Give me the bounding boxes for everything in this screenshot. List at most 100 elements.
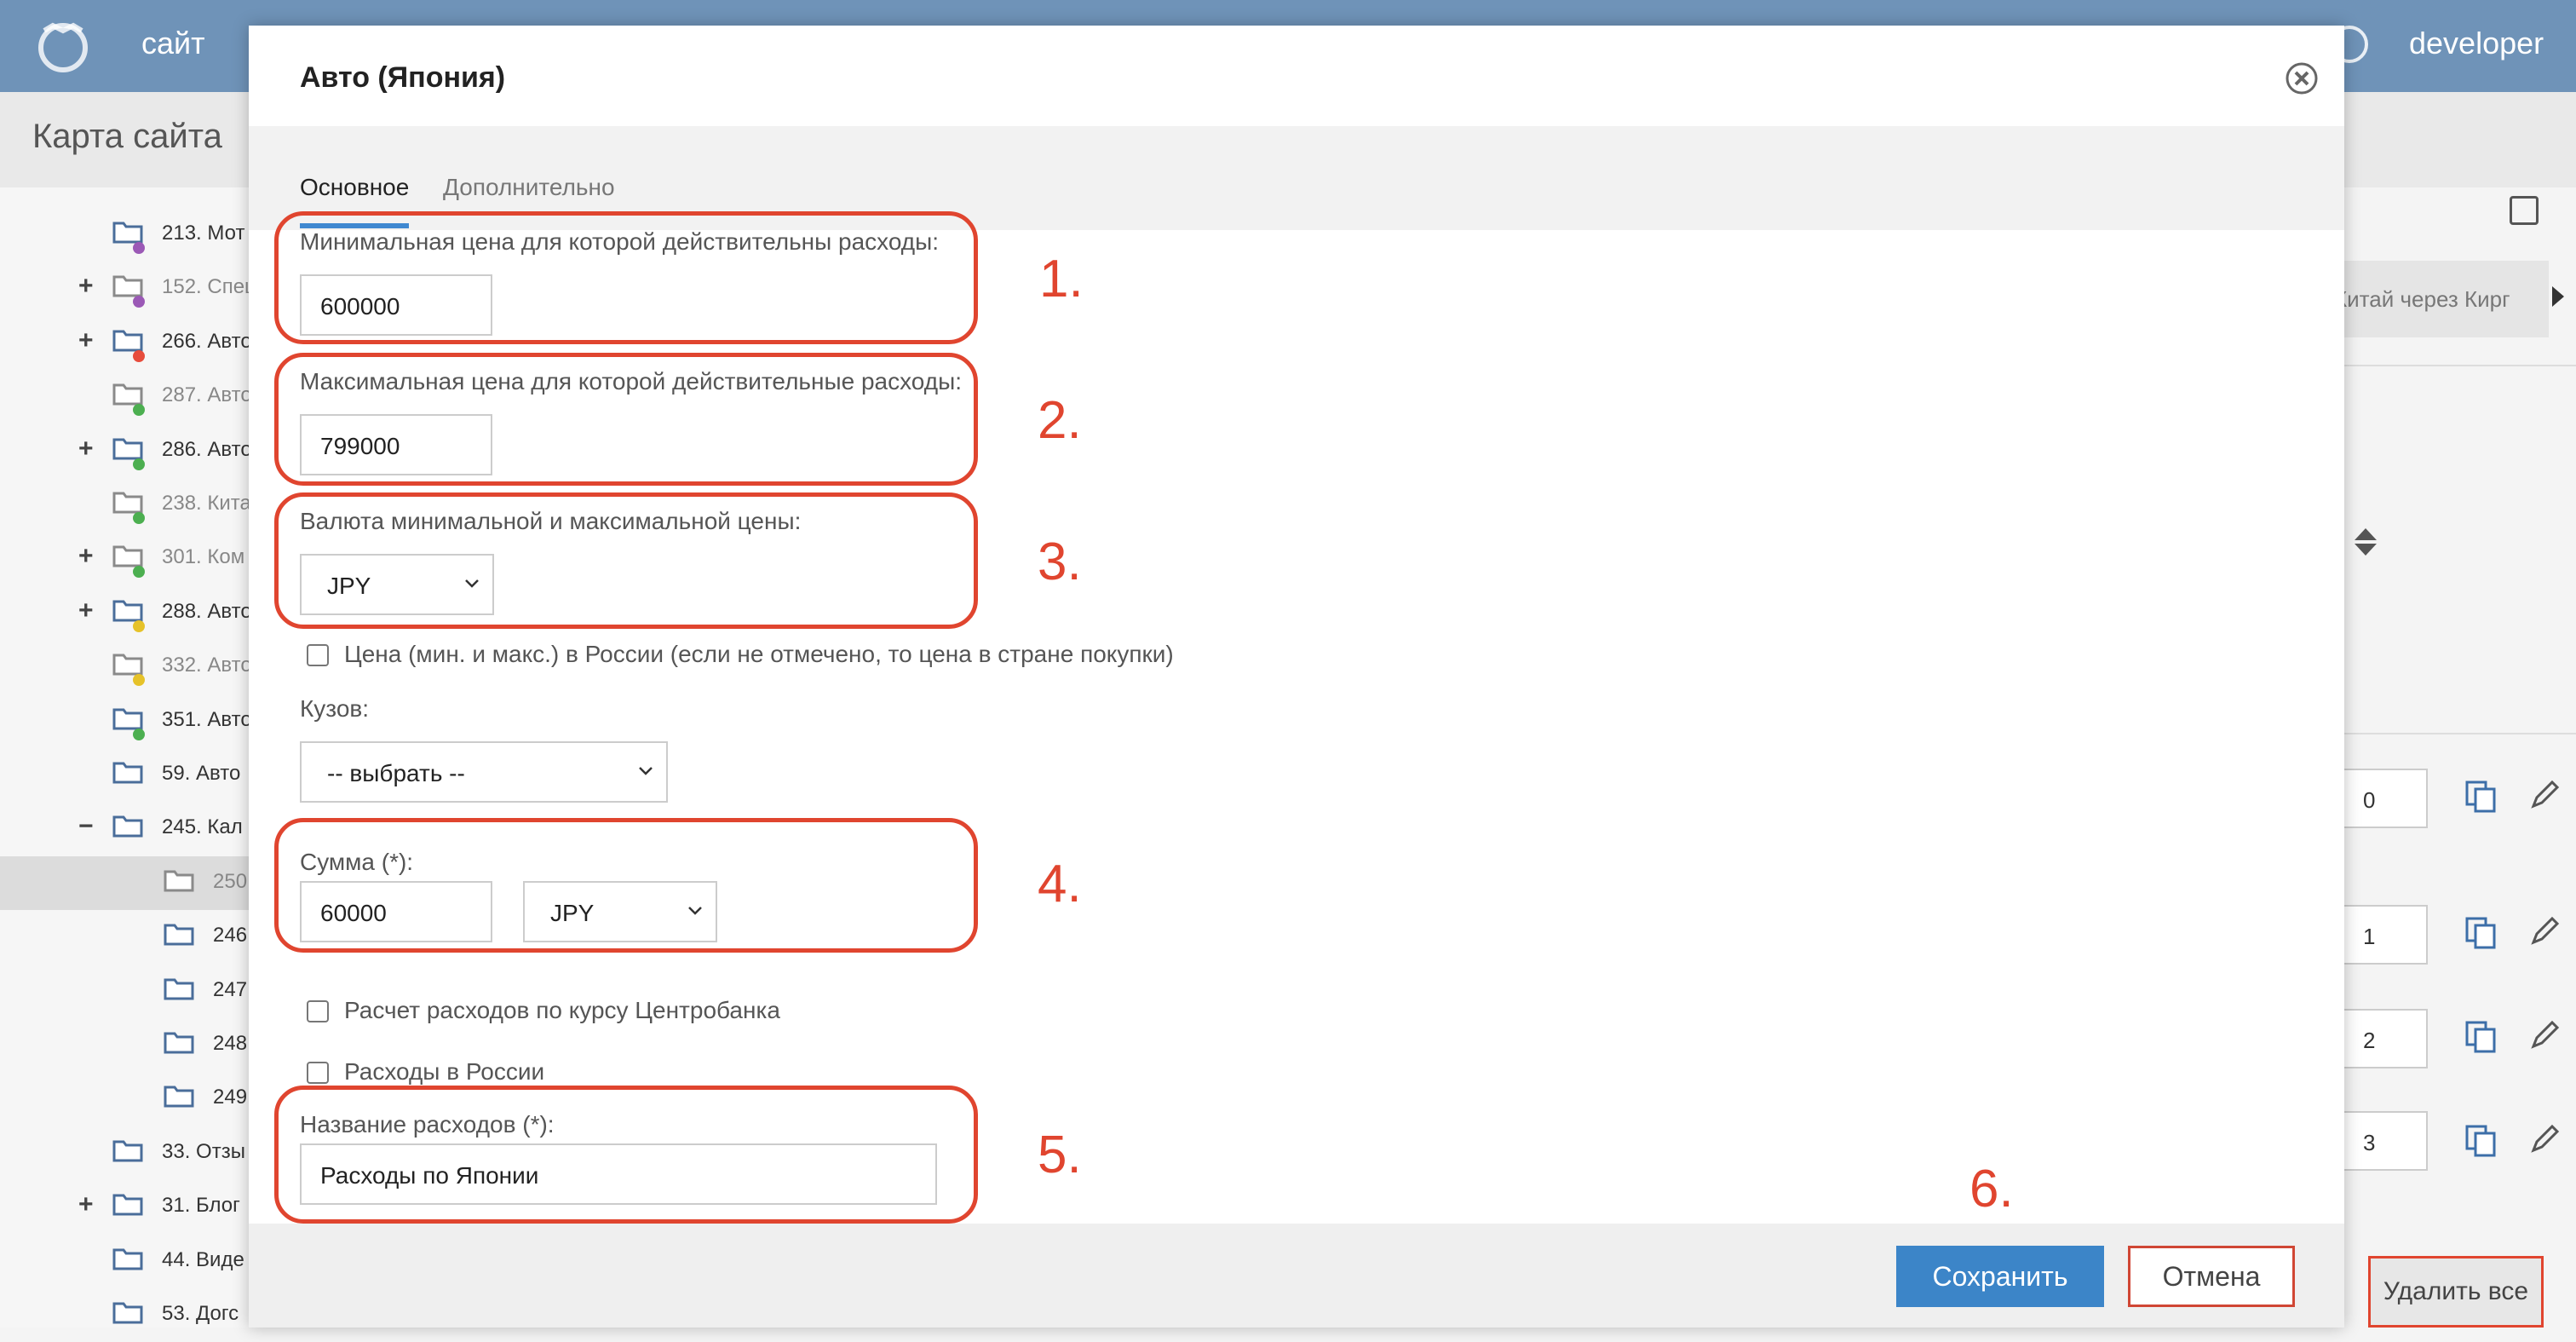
delete-all-button[interactable]: Удалить все: [2368, 1256, 2544, 1328]
annotation-box-2: [274, 353, 978, 486]
tree-item-label: 250: [213, 870, 248, 893]
folder-icon: [112, 654, 143, 676]
page-title: Карта сайта: [32, 118, 222, 155]
collapse-icon[interactable]: −: [78, 812, 94, 841]
expenses-russia-label: Расходы в России: [344, 1058, 545, 1085]
status-dot-icon: [133, 674, 145, 686]
pencil-icon[interactable]: [2528, 1017, 2562, 1051]
tree-item[interactable]: 33. Отзы: [0, 1126, 256, 1180]
tree-item[interactable]: 246: [0, 910, 256, 964]
folder-icon: [112, 275, 143, 297]
tree-item[interactable]: +301. Ком: [0, 532, 256, 585]
folder-icon: [112, 600, 143, 622]
tree-item-label: 33. Отзы: [162, 1140, 245, 1163]
chevron-down-icon: [639, 767, 653, 775]
tree-item[interactable]: 59. Авто: [0, 748, 256, 802]
annotation-box-4: [274, 818, 978, 953]
route-tab-label: Китай через Кирг: [2334, 286, 2510, 312]
tree-item[interactable]: 287. Авто: [0, 370, 256, 423]
price-in-russia-checkbox[interactable]: [307, 644, 329, 666]
status-dot-icon: [133, 620, 145, 632]
user-name-link[interactable]: developer: [2409, 26, 2544, 61]
tree-item-label: 246: [213, 924, 248, 947]
tree-item-label: 31. Блог: [162, 1194, 240, 1217]
copy-icon[interactable]: [2464, 1123, 2498, 1157]
tree-item[interactable]: 250: [0, 856, 256, 910]
expand-icon[interactable]: +: [78, 1190, 94, 1219]
folder-icon: [112, 222, 143, 244]
expand-icon[interactable]: +: [78, 326, 94, 355]
tree-item[interactable]: +31. Блог: [0, 1180, 256, 1234]
folder-icon: [112, 492, 143, 514]
status-dot-icon: [133, 350, 145, 362]
tree-item[interactable]: +288. Авто: [0, 586, 256, 640]
tree-item-label: 332. Авто: [162, 654, 252, 677]
folder-icon: [112, 1248, 143, 1270]
calculator-icon[interactable]: [2510, 196, 2539, 225]
expand-icon[interactable]: +: [78, 596, 94, 625]
divider: [2341, 733, 2576, 734]
tree-item[interactable]: 213. Мот: [0, 208, 256, 262]
tree-item-label: 266. Авто: [162, 330, 252, 353]
tree-item[interactable]: 44. Виде: [0, 1235, 256, 1288]
tree-item[interactable]: 238. Кита: [0, 478, 256, 532]
sort-order-input[interactable]: 0: [2341, 769, 2428, 828]
folder-icon: [112, 1302, 143, 1324]
cb-rate-checkbox[interactable]: [307, 1000, 329, 1022]
tree-item[interactable]: 332. Авто: [0, 640, 256, 694]
body-type-value: -- выбрать --: [327, 760, 465, 786]
sort-order-input[interactable]: 3: [2341, 1111, 2428, 1171]
pencil-icon[interactable]: [2528, 913, 2562, 947]
tree-item[interactable]: +286. Авто: [0, 424, 256, 478]
folder-icon: [112, 330, 143, 352]
tree-item[interactable]: 351. Авто: [0, 694, 256, 748]
pencil-icon[interactable]: [2528, 777, 2562, 811]
expand-icon[interactable]: +: [78, 272, 94, 301]
folder-icon: [112, 545, 143, 567]
tree-item-label: 245. Кал: [162, 815, 243, 838]
cancel-button[interactable]: Отмена: [2128, 1246, 2295, 1307]
status-dot-icon: [133, 566, 145, 578]
site-link[interactable]: сайт: [141, 26, 205, 61]
app-logo-icon[interactable]: [36, 19, 90, 73]
folder-icon: [164, 924, 194, 946]
copy-icon[interactable]: [2464, 1019, 2498, 1053]
close-icon[interactable]: [2285, 61, 2319, 95]
tree-item[interactable]: 247: [0, 965, 256, 1018]
sort-order-input[interactable]: 2: [2341, 1009, 2428, 1068]
body-type-select[interactable]: -- выбрать --: [300, 741, 668, 803]
status-dot-icon: [133, 458, 145, 470]
folder-icon: [112, 815, 143, 838]
tree-item[interactable]: − 245. Кал: [0, 802, 256, 855]
save-button[interactable]: Сохранить: [1896, 1246, 2104, 1307]
expand-icon[interactable]: +: [78, 542, 94, 571]
sort-order-input[interactable]: 1: [2341, 905, 2428, 965]
tree-item[interactable]: +152. Спец: [0, 262, 256, 315]
tree-item[interactable]: 53. Догс: [0, 1288, 256, 1342]
copy-icon[interactable]: [2464, 915, 2498, 949]
expand-icon[interactable]: +: [78, 435, 94, 464]
pencil-icon[interactable]: [2528, 1121, 2562, 1155]
annotation-number: 3.: [1038, 533, 1082, 591]
tree-item[interactable]: 248: [0, 1018, 256, 1072]
status-dot-icon: [133, 404, 145, 416]
tree-item-label: 247: [213, 978, 248, 1001]
tree-item-label: 152. Спец: [162, 275, 256, 298]
tree-item[interactable]: 249: [0, 1072, 256, 1126]
tree-item-label: 351. Авто: [162, 708, 252, 731]
folder-icon: [164, 1032, 194, 1054]
tree-item-label: 248: [213, 1032, 248, 1055]
tree-item-label: 44. Виде: [162, 1248, 244, 1271]
expenses-russia-checkbox[interactable]: [307, 1062, 329, 1084]
dialog-title: Авто (Япония): [300, 61, 506, 94]
status-dot-icon: [133, 729, 145, 740]
annotation-box-3: [274, 492, 978, 629]
tree-item-label: 59. Авто: [162, 762, 241, 785]
copy-icon[interactable]: [2464, 779, 2498, 813]
scroll-right-arrow-icon[interactable]: [2552, 286, 2564, 307]
price-in-russia-label: Цена (мин. и макс.) в России (если не от…: [344, 641, 1174, 667]
folder-icon: [112, 383, 143, 406]
tree-item-label: 301. Ком: [162, 545, 245, 568]
tree-item[interactable]: +266. Авто: [0, 316, 256, 370]
sort-icon[interactable]: [2353, 527, 2378, 557]
